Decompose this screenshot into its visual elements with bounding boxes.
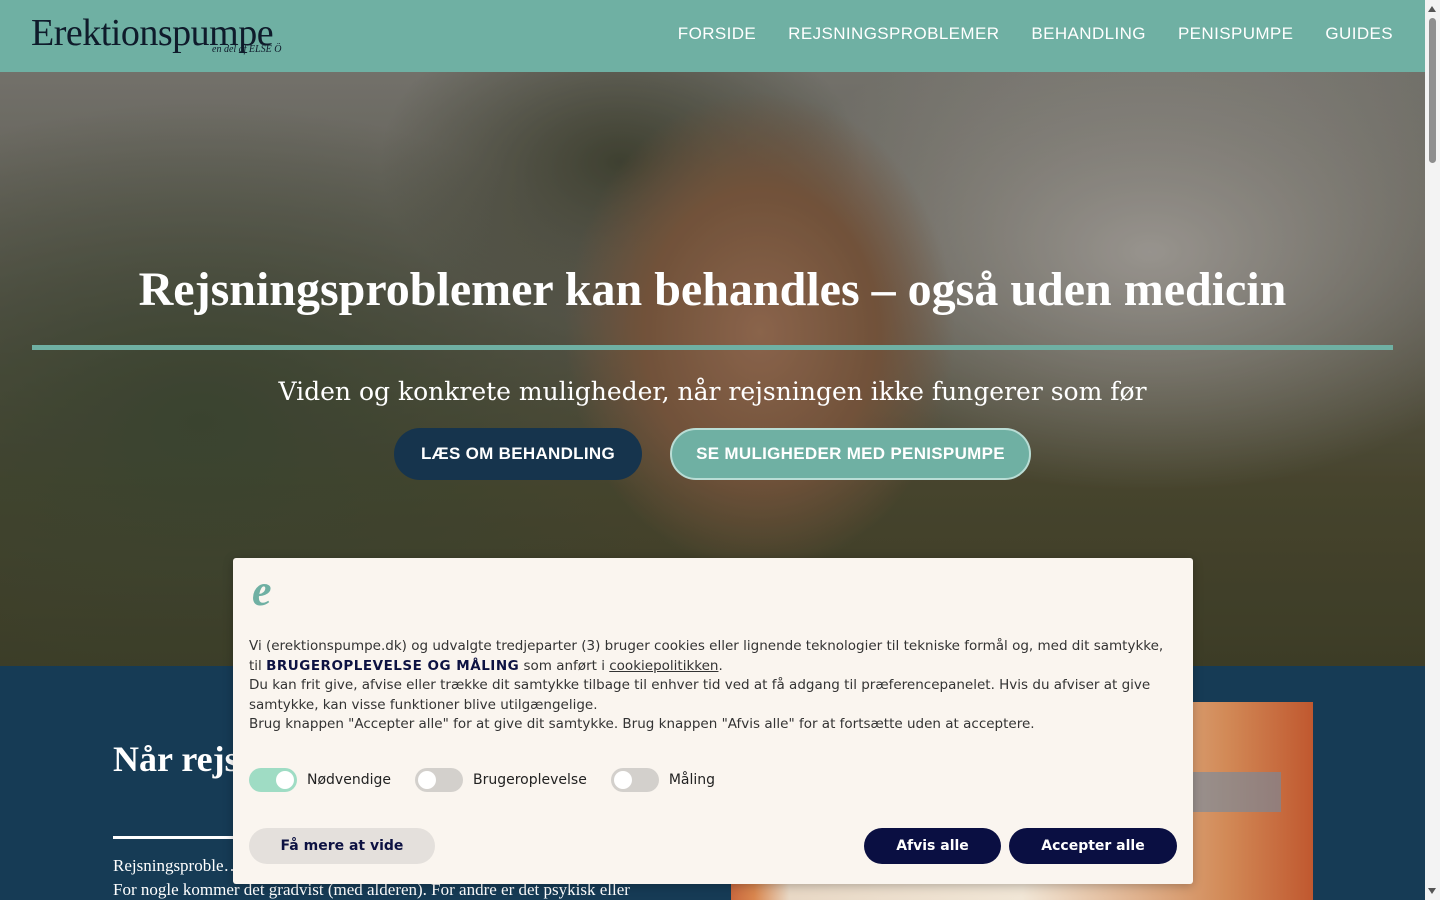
cookie-text-span: . [718, 657, 723, 674]
scroll-down-arrow-icon[interactable] [1428, 888, 1436, 894]
measurement-label: Måling [668, 772, 716, 788]
nav-rejsningsproblemer[interactable]: REJSNINGSPROBLEMER [788, 24, 999, 44]
cookie-description: Vi (erektionspumpe.dk) og udvalgte tredj… [249, 637, 1179, 735]
cookie-paragraph-2: Du kan frit give, afvise eller trække di… [249, 677, 1151, 713]
cookie-text-span: som anført i [519, 657, 610, 674]
toggle-user-experience: Brugeroplevelse [414, 768, 587, 792]
measurement-switch[interactable] [610, 768, 659, 792]
reject-all-button[interactable]: Afvis alle [864, 828, 1001, 864]
user-experience-switch[interactable] [414, 768, 463, 792]
nav-guides[interactable]: GUIDES [1325, 24, 1393, 44]
scroll-thumb[interactable] [1429, 18, 1436, 163]
penis-pump-options-button[interactable]: SE MULIGHEDER MED PENISPUMPE [670, 428, 1031, 480]
logo-tagline: en del af ELSE Ö [212, 44, 282, 55]
learn-more-button[interactable]: Få mere at vide [249, 828, 435, 864]
scroll-up-arrow-icon[interactable] [1428, 6, 1436, 12]
toggle-necessary: Nødvendige [249, 768, 391, 792]
cookie-brand-logo-icon: e [252, 566, 272, 615]
hero-divider [32, 345, 1393, 350]
cookie-policy-link[interactable]: cookiepolitikken [609, 658, 718, 674]
switch-knob [613, 771, 632, 789]
read-treatment-button[interactable]: LÆS OM BEHANDLING [394, 428, 642, 480]
user-experience-label: Brugeroplevelse [472, 772, 587, 788]
logo-name: Erektionspumpe [31, 12, 274, 54]
cookie-purpose-bold: BRUGEROPLEVELSE OG MÅLING [266, 657, 520, 674]
toggle-measurement: Måling [610, 768, 716, 792]
main-nav: FORSIDE REJSNINGSPROBLEMER BEHANDLING PE… [678, 24, 1393, 44]
cookie-toggles: Nødvendige Brugeroplevelse Måling [249, 768, 739, 792]
necessary-switch[interactable] [249, 768, 297, 792]
nav-forside[interactable]: FORSIDE [678, 24, 756, 44]
nav-penispumpe[interactable]: PENISPUMPE [1178, 24, 1293, 44]
hero-title: Rejsningsproblemer kan behandles – også … [138, 263, 1287, 316]
cookie-paragraph-1: Vi (erektionspumpe.dk) og udvalgte tredj… [249, 637, 1179, 676]
cookie-consent-dialog: e Vi (erektionspumpe.dk) og udvalgte tre… [233, 558, 1193, 884]
switch-knob [276, 771, 294, 789]
site-header: Erektionspumpe en del af ELSE Ö FORSIDE … [0, 0, 1425, 72]
hero-subtitle: Viden og konkrete muligheder, når rejsni… [278, 377, 1147, 406]
cookie-paragraph-3: Brug knappen "Accepter alle" for at give… [249, 716, 1035, 733]
switch-knob [417, 771, 436, 789]
necessary-label: Nødvendige [307, 772, 391, 788]
site-logo[interactable]: Erektionspumpe en del af ELSE Ö [31, 14, 351, 62]
nav-behandling[interactable]: BEHANDLING [1031, 24, 1146, 44]
accept-all-button[interactable]: Accepter alle [1009, 828, 1177, 864]
page-scrollbar[interactable] [1425, 0, 1440, 900]
